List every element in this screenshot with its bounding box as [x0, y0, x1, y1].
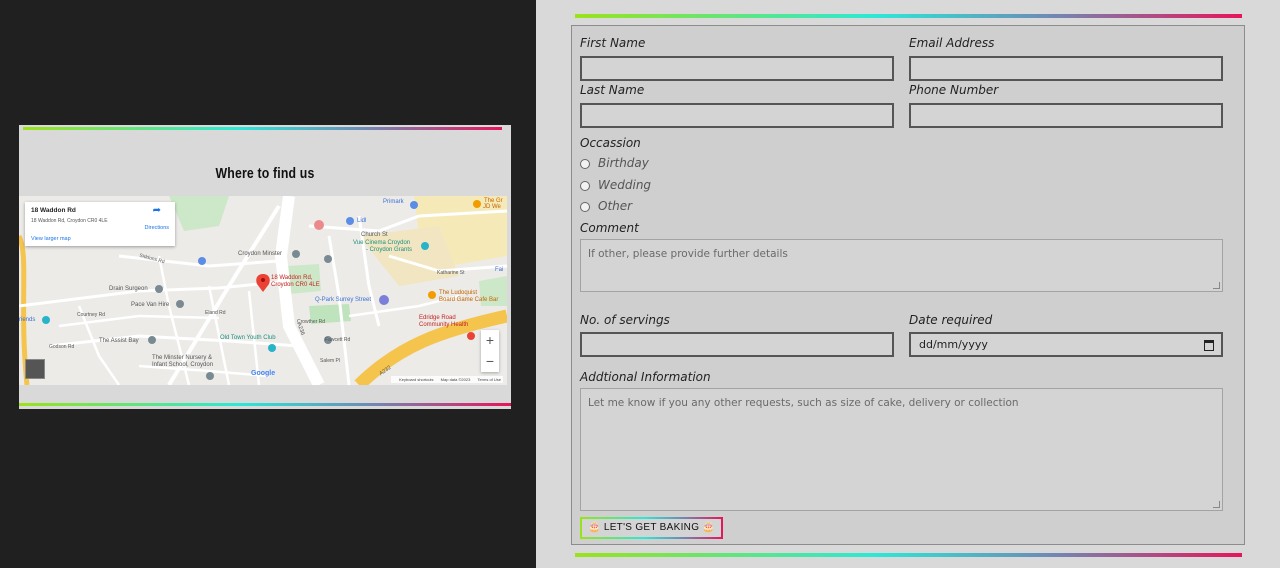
- calendar-icon[interactable]: [1204, 340, 1214, 351]
- map-label-jd-we: JD We: [483, 204, 501, 210]
- radio-birthday[interactable]: [580, 159, 590, 169]
- map-label-pace-van-hire: Pace Van Hire: [131, 302, 170, 308]
- map-place-address: 18 Waddon Rd, Croydon CR0 4LE: [31, 218, 108, 224]
- map-label-ludoquist: The Ludoquist: [439, 290, 478, 296]
- directions-label: Directions: [144, 225, 169, 231]
- view-larger-map-link[interactable]: View larger map: [31, 236, 71, 242]
- date-required-label: Date required: [909, 313, 993, 327]
- map-label-the-assist-bay: The Assist Bay: [99, 338, 139, 344]
- additional-info-label: Addtional Information: [580, 370, 711, 384]
- map-label-minster-nursery-2: Infant School, Croydon: [152, 362, 214, 368]
- map-zoom-controls: + −: [481, 330, 499, 372]
- occasion-label: Occassion: [580, 136, 641, 150]
- map-label-old-town-youth-club: Old Town Youth Club: [220, 335, 276, 341]
- terms-of-use-link[interactable]: Terms of Use: [477, 377, 501, 382]
- map-label-edridge-road: Edridge Road: [419, 315, 456, 321]
- map-label-qpark: Q-Park Surrey Street: [315, 297, 372, 303]
- email-input[interactable]: [909, 56, 1223, 81]
- radio-birthday-label: Birthday: [598, 156, 649, 170]
- resize-grip-icon[interactable]: [1213, 282, 1220, 289]
- comment-textarea[interactable]: If other, please provide further details: [580, 239, 1223, 292]
- google-logo: Google: [251, 370, 276, 377]
- form-top-divider: [575, 14, 1242, 18]
- map-pin-label-1: 18 Waddon Rd,: [271, 275, 313, 281]
- email-label: Email Address: [909, 36, 995, 50]
- map-label-croydon-minster: Croydon Minster: [238, 251, 283, 257]
- map-label-eland-rd: Eland Rd: [205, 310, 226, 316]
- additional-info-textarea[interactable]: Let me know if you any other requests, s…: [580, 388, 1223, 511]
- map-section-title: Where to find us: [215, 165, 315, 182]
- map-label-fai: Fai: [495, 267, 504, 273]
- map-card: Where to find us Primark The Gr JD We Li…: [19, 125, 511, 409]
- last-name-label: Last Name: [580, 83, 645, 97]
- map-top-divider: [23, 127, 502, 130]
- submit-button[interactable]: 🎂 LET'S GET BAKING 🎂: [580, 517, 724, 539]
- radio-other-label: Other: [598, 199, 633, 213]
- map-label-minster-nursery: The Minster Nursery &: [152, 355, 213, 361]
- map-label-drain-surgeon: Drain Surgeon: [109, 286, 148, 292]
- map-label-vue-cinema-2: - Croydon Grants: [366, 247, 413, 253]
- radio-other[interactable]: [580, 202, 590, 212]
- map-data-text: Map data ©2023: [440, 377, 471, 382]
- map-label-godson-rd: Godson Rd: [49, 344, 75, 350]
- submit-button-label: 🎂 LET'S GET BAKING 🎂: [582, 519, 722, 537]
- map-label-ludoquist-2: Board Game Cafe Bar: [439, 297, 499, 303]
- directions-icon: ➦: [152, 205, 161, 216]
- radio-wedding-label: Wedding: [598, 178, 652, 192]
- keyboard-shortcuts-link[interactable]: Keyboard shortcuts: [399, 377, 433, 382]
- additional-info-placeholder: Let me know if you any other requests, s…: [588, 397, 1019, 409]
- comment-placeholder: If other, please provide further details: [588, 248, 788, 260]
- map-label-vue-cinema: Vue Cinema Croydon: [353, 240, 411, 246]
- last-name-input[interactable]: [580, 103, 894, 128]
- map-footer: Keyboard shortcuts Map data ©2023 Terms …: [391, 376, 503, 383]
- order-form: First Name Email Address Last Name Phone…: [571, 25, 1245, 545]
- form-bottom-divider: [575, 553, 1242, 557]
- map-place-name: 18 Waddon Rd: [31, 207, 76, 214]
- map-label-church-st: Church St: [361, 232, 388, 238]
- radio-wedding[interactable]: [580, 181, 590, 191]
- map-label-katharine-st: Katharine St: [437, 270, 465, 276]
- first-name-label: First Name: [580, 36, 646, 50]
- map-label-fawcett-rd: Fawcett Rd: [325, 337, 351, 343]
- map-pin-label-2: Croydon CR0 4LE: [271, 282, 320, 288]
- first-name-input[interactable]: [580, 56, 894, 81]
- map-info-card: 18 Waddon Rd 18 Waddon Rd, Croydon CR0 4…: [25, 202, 175, 246]
- zoom-in-button[interactable]: +: [481, 330, 499, 351]
- map-label-salem-pl: Salem Pl: [320, 358, 341, 364]
- map-label-lidl: Lidl: [357, 218, 367, 224]
- directions-button[interactable]: ➦ Directions: [145, 206, 169, 234]
- zoom-out-button[interactable]: −: [481, 351, 499, 372]
- order-form-panel: First Name Email Address Last Name Phone…: [536, 0, 1280, 568]
- map-label-edridge-road-2: Community Health: [419, 322, 469, 328]
- map-label-primark: Primark: [383, 199, 404, 205]
- servings-input[interactable]: [580, 332, 894, 357]
- map-label-courtney-rd: Courtney Rd: [77, 312, 106, 318]
- street-view-icon[interactable]: [25, 359, 45, 379]
- google-map[interactable]: Primark The Gr JD We Lidl Church St Vue …: [19, 196, 507, 385]
- date-required-input[interactable]: dd/mm/yyyy: [909, 332, 1223, 357]
- map-label-friends: riends: [19, 317, 36, 323]
- phone-label: Phone Number: [909, 83, 999, 97]
- date-placeholder: dd/mm/yyyy: [919, 338, 988, 351]
- phone-input[interactable]: [909, 103, 1223, 128]
- resize-grip-icon[interactable]: [1213, 501, 1220, 508]
- map-bottom-divider: [19, 403, 511, 406]
- comment-label: Comment: [580, 221, 639, 235]
- servings-label: No. of servings: [580, 313, 670, 327]
